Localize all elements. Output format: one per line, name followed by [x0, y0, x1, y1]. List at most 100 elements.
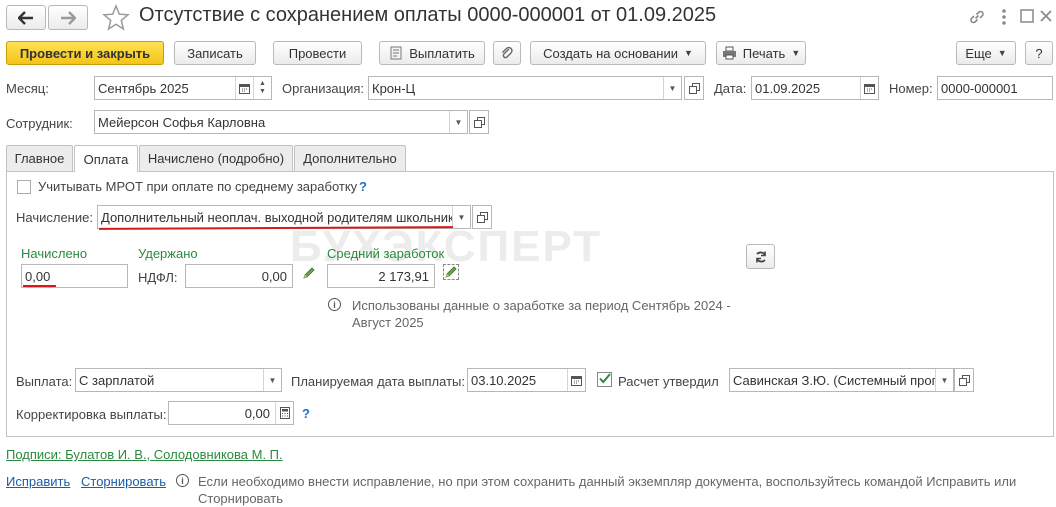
number-value: 0000-000001 — [941, 80, 1018, 96]
more-button[interactable]: Еще ▼ — [956, 41, 1016, 65]
planned-date-field[interactable]: 03.10.2025 — [467, 368, 586, 392]
calendar-icon[interactable] — [235, 77, 253, 99]
date-label: Дата: — [714, 81, 747, 96]
paperclip-icon — [502, 46, 513, 59]
month-field[interactable]: Сентябрь 2025 ▲ ▼ — [94, 76, 272, 100]
accrued-highlight-line — [23, 285, 56, 287]
month-value: Сентябрь 2025 — [98, 80, 189, 96]
employee-value: Мейерсон Софья Карловна — [98, 114, 266, 130]
footer-info-text: Если необходимо внести исправление, но п… — [198, 474, 1017, 506]
mrot-label: Учитывать МРОТ при оплате по среднему за… — [38, 179, 358, 194]
storno-link[interactable]: Сторнировать — [81, 474, 166, 489]
open-icon — [473, 116, 485, 128]
organization-value: Крон-Ц — [372, 80, 416, 96]
chevron-down-icon[interactable]: ▼ — [449, 111, 467, 133]
organization-label: Организация: — [282, 81, 365, 96]
employee-field[interactable]: Мейерсон Софья Карловна ▼ — [94, 110, 468, 134]
forward-button[interactable] — [48, 5, 88, 30]
mrot-checkbox[interactable] — [17, 180, 31, 194]
chevron-down-icon: ▼ — [683, 48, 693, 58]
save-button[interactable]: Записать — [174, 41, 256, 65]
correction-value: 0,00 — [244, 405, 270, 421]
date-field[interactable]: 01.09.2025 — [751, 76, 879, 100]
more-button-label: Еще — [965, 45, 992, 61]
chevron-down-icon[interactable]: ▼ — [663, 77, 681, 99]
more-menu-icon[interactable] — [998, 7, 1010, 27]
earnings-period-info: Использованы данные о заработке за перио… — [352, 298, 731, 330]
close-icon[interactable] — [1039, 9, 1053, 23]
open-icon — [688, 82, 700, 94]
tab-additional[interactable]: Дополнительно — [294, 145, 406, 171]
approver-value: Савинская З.Ю. (Системный прог — [733, 372, 935, 388]
accrued-label: Начислено — [21, 246, 88, 261]
approved-checkbox[interactable] — [597, 372, 612, 387]
refresh-button[interactable] — [746, 244, 775, 269]
avg-earnings-field[interactable]: 2 173,91 — [327, 264, 435, 288]
signatures-link[interactable]: Подписи: Булатов И. В., Солодовникова М.… — [6, 447, 283, 462]
planned-date-label: Планируемая дата выплаты: — [291, 374, 465, 389]
ndfl-value: 0,00 — [261, 268, 287, 284]
calculator-icon[interactable] — [275, 402, 293, 424]
maximize-icon[interactable] — [1020, 9, 1034, 23]
correction-field[interactable]: 0,00 — [168, 401, 294, 425]
printer-icon — [722, 46, 736, 60]
open-employee-button[interactable] — [469, 110, 489, 134]
tab-main[interactable]: Главное — [6, 145, 73, 171]
approver-field[interactable]: Савинская З.Ю. (Системный прог ▼ — [729, 368, 954, 392]
post-and-close-button[interactable]: Провести и закрыть — [6, 41, 164, 65]
create-based-on-label: Создать на основании — [543, 45, 678, 61]
number-field[interactable]: 0000-000001 — [937, 76, 1053, 100]
mrot-help[interactable]: ? — [359, 179, 367, 194]
page-title: Отсутствие с сохранением оплаты 0000-000… — [139, 4, 717, 26]
month-stepper[interactable]: ▲ ▼ — [253, 77, 271, 99]
pay-button[interactable]: Выплатить — [379, 41, 485, 65]
edit-avg-earnings-icon[interactable] — [443, 264, 459, 280]
post-button[interactable]: Провести — [273, 41, 362, 65]
tab-accrued-detailed[interactable]: Начислено (подробно) — [139, 145, 293, 171]
chevron-down-icon: ▼ — [997, 48, 1007, 58]
print-button-label: Печать — [742, 45, 786, 61]
calendar-icon[interactable] — [567, 369, 585, 391]
open-approver-button[interactable] — [954, 368, 974, 392]
help-button[interactable]: ? — [1025, 41, 1053, 65]
ndfl-field[interactable]: 0,00 — [185, 264, 293, 288]
checkmark-icon — [599, 373, 611, 384]
number-label: Номер: — [889, 81, 933, 96]
payout-value: С зарплатой — [79, 372, 155, 388]
attach-button[interactable] — [493, 41, 521, 65]
calendar-icon[interactable] — [860, 77, 878, 99]
payout-label: Выплата: — [16, 374, 73, 389]
fix-link[interactable]: Исправить — [6, 474, 70, 489]
print-button[interactable]: Печать ▼ — [716, 41, 806, 65]
avg-earnings-value: 2 173,91 — [378, 268, 429, 284]
chevron-down-icon[interactable]: ▼ — [263, 369, 281, 391]
create-based-on-button[interactable]: Создать на основании ▼ — [530, 41, 706, 65]
avg-earnings-label: Средний заработок — [327, 246, 445, 261]
open-accrual-button[interactable] — [472, 205, 492, 229]
refresh-icon — [755, 251, 766, 262]
withheld-label: Удержано — [138, 246, 198, 261]
employee-label: Сотрудник: — [6, 116, 73, 131]
pay-button-label: Выплатить — [409, 45, 475, 61]
accrual-value: Дополнительный неоплач. выходной родител… — [101, 209, 452, 225]
chevron-down-icon[interactable]: ▼ — [935, 369, 953, 391]
favorite-star-icon[interactable] — [102, 3, 130, 32]
open-icon — [476, 211, 488, 223]
arrow-left-icon — [18, 10, 33, 25]
back-button[interactable] — [6, 5, 46, 30]
info-icon: i — [328, 298, 341, 311]
accrual-label: Начисление: — [16, 210, 93, 225]
accrued-value: 0,00 — [25, 268, 51, 284]
organization-field[interactable]: Крон-Ц ▼ — [368, 76, 682, 100]
arrow-right-icon — [61, 10, 76, 25]
payout-field[interactable]: С зарплатой ▼ — [75, 368, 282, 392]
link-icon[interactable] — [968, 8, 986, 26]
open-organization-button[interactable] — [684, 76, 704, 100]
edit-ndfl-icon[interactable] — [302, 266, 316, 280]
date-value: 01.09.2025 — [755, 80, 821, 96]
correction-help[interactable]: ? — [302, 406, 310, 421]
chevron-down-icon[interactable]: ▼ — [452, 206, 470, 228]
chevron-down-icon: ▼ — [791, 48, 801, 58]
payment-doc-icon — [390, 46, 402, 60]
tab-payment[interactable]: Оплата — [74, 145, 138, 172]
